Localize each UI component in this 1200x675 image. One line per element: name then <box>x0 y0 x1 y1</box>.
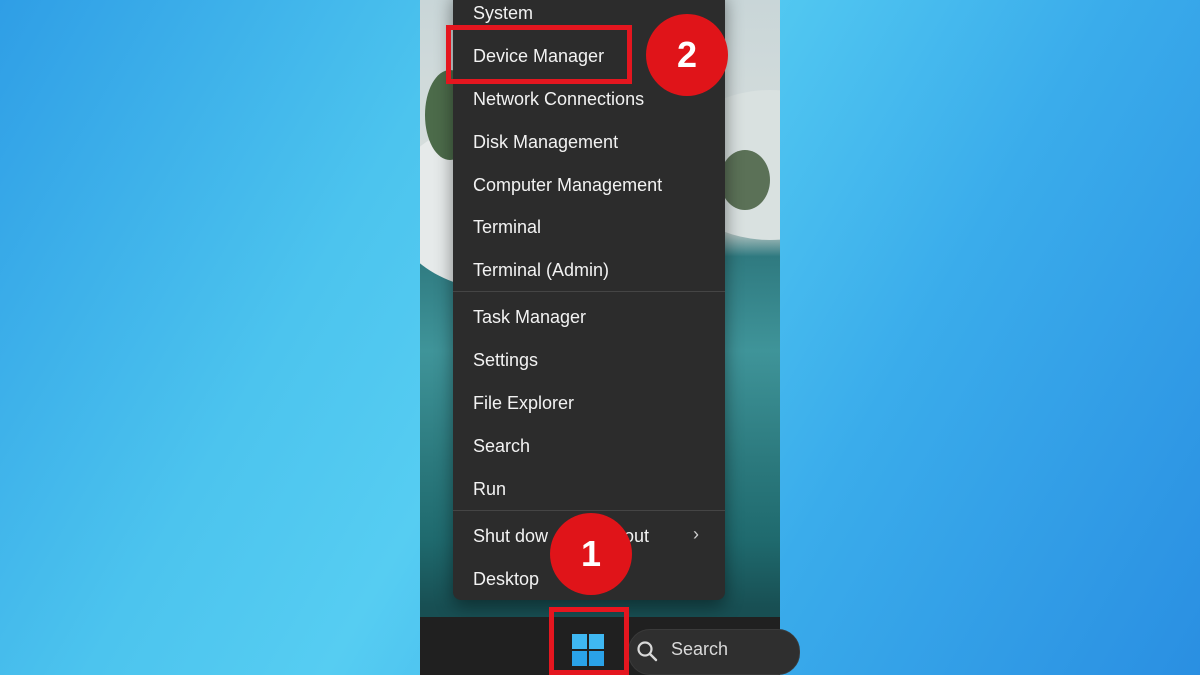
menu-item-shut-down[interactable]: Shut dow <box>473 518 548 554</box>
menu-item-task-manager[interactable]: Task Manager <box>473 299 586 335</box>
search-icon <box>637 641 658 662</box>
menu-divider <box>453 510 725 511</box>
menu-item-file-explorer[interactable]: File Explorer <box>473 385 574 421</box>
step-badge-2: 2 <box>646 14 728 96</box>
menu-item-computer-management[interactable]: Computer Management <box>473 167 662 203</box>
step-badge-1: 1 <box>550 513 632 595</box>
menu-item-desktop[interactable]: Desktop <box>473 561 539 597</box>
chevron-right-icon: › <box>693 524 699 544</box>
wallpaper-tree <box>720 150 770 210</box>
highlight-start-button <box>549 607 629 675</box>
menu-item-search[interactable]: Search <box>473 428 530 464</box>
menu-divider <box>453 291 725 292</box>
taskbar-search-label: Search <box>671 639 729 659</box>
menu-item-terminal[interactable]: Terminal <box>473 209 541 245</box>
menu-item-network-connections[interactable]: Network Connections <box>473 81 644 117</box>
menu-item-run[interactable]: Run <box>473 471 506 507</box>
menu-item-terminal-admin[interactable]: Terminal (Admin) <box>473 252 609 288</box>
menu-item-settings[interactable]: Settings <box>473 342 538 378</box>
menu-item-disk-management[interactable]: Disk Management <box>473 124 618 160</box>
highlight-device-manager <box>446 25 632 84</box>
